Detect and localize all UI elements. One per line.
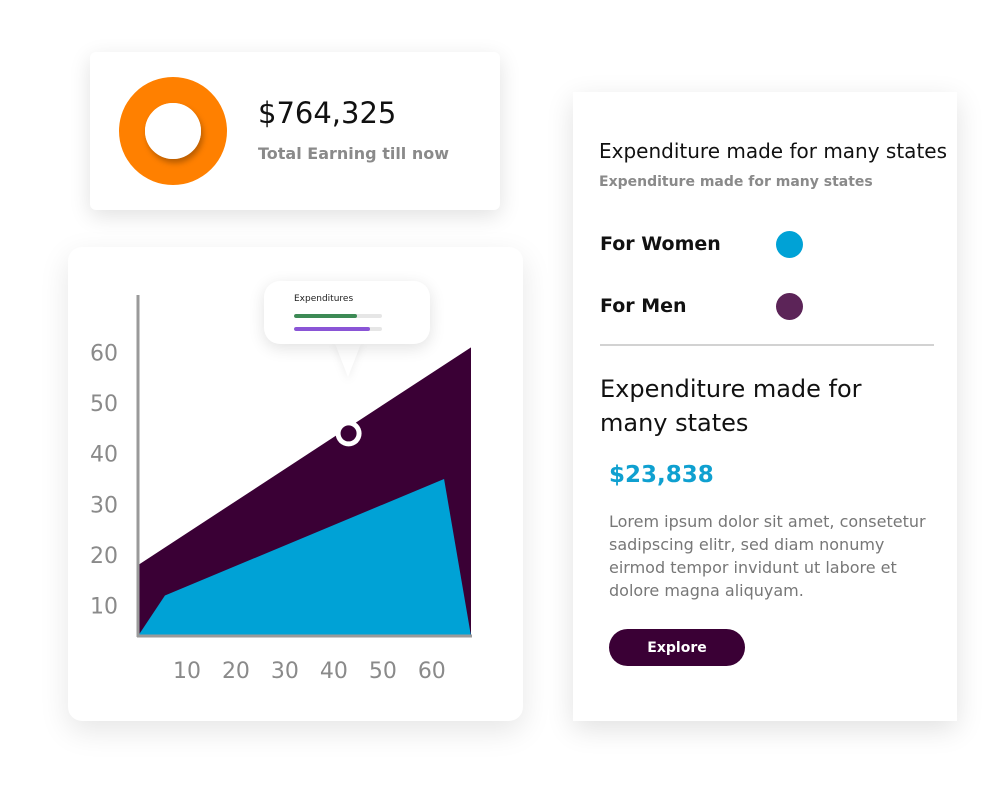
- chart-tooltip: Expenditures: [264, 281, 430, 377]
- x-tick-label: 10: [173, 659, 201, 684]
- tooltip-bar-1: [294, 314, 382, 318]
- x-tick-label: 40: [320, 659, 348, 684]
- earnings-amount: $764,325: [258, 96, 397, 130]
- y-tick-label: 40: [90, 443, 118, 468]
- tooltip-bar-2: [294, 327, 382, 331]
- divider: [600, 344, 934, 346]
- info-body-text: Lorem ipsum dolor sit amet, consetetur s…: [609, 512, 926, 600]
- info-heading: Expenditure made for many states: [600, 375, 862, 437]
- tooltip-title: Expenditures: [294, 294, 354, 304]
- earnings-label: Total Earning till now: [258, 144, 450, 163]
- tooltip-pointer: [334, 341, 362, 377]
- legend-dot-women: [776, 231, 803, 258]
- earnings-card: $764,325 Total Earning till now: [90, 52, 500, 210]
- x-tick-label: 50: [369, 659, 397, 684]
- legend-dot-men: [776, 293, 803, 320]
- y-tick-label: 30: [90, 493, 118, 518]
- chart-card: 10 20 30 40 50 60 10 20 30 40 50 60 Expenditures: [68, 247, 523, 721]
- legend-label-women: For Women: [600, 233, 721, 255]
- info-value: $23,838: [609, 462, 714, 488]
- info-title: Expenditure made for many states: [599, 139, 948, 163]
- info-card: Expenditure made for many states Expendi…: [573, 92, 957, 721]
- info-subtitle: Expenditure made for many states: [599, 174, 873, 190]
- tooltip-box: Expenditures: [264, 281, 430, 344]
- y-tick-label: 20: [90, 544, 118, 569]
- x-tick-label: 60: [418, 659, 446, 684]
- y-tick-label: 60: [90, 341, 118, 366]
- y-tick-label: 10: [90, 595, 118, 620]
- x-tick-label: 20: [222, 659, 250, 684]
- x-tick-label: 30: [271, 659, 299, 684]
- y-tick-label: 50: [90, 392, 118, 417]
- highlight-marker-point: [340, 425, 357, 442]
- earnings-donut-icon: [119, 77, 227, 185]
- legend-label-men: For Men: [600, 295, 687, 317]
- explore-button[interactable]: Explore: [609, 629, 745, 666]
